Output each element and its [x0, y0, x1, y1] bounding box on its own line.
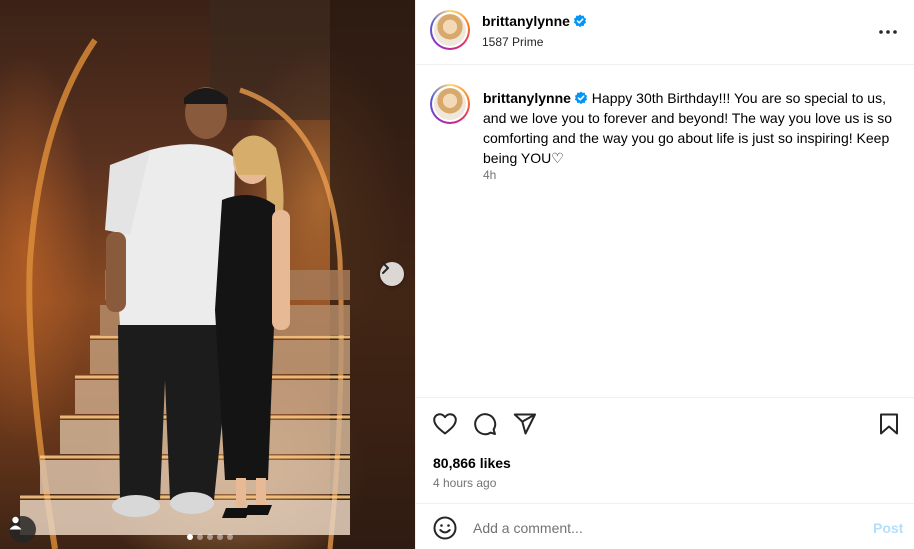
post-detail-panel: brittanylynne 1587 Prime brittanylynne H… — [415, 0, 914, 549]
author-avatar[interactable] — [430, 10, 470, 50]
verified-badge-icon — [573, 14, 587, 28]
comment-icon — [474, 413, 497, 436]
comment-input[interactable] — [473, 517, 853, 539]
carousel-dot — [227, 534, 233, 540]
author-username-link[interactable]: brittanylynne — [482, 13, 587, 29]
comment-button[interactable] — [472, 411, 498, 437]
caption-avatar[interactable] — [430, 84, 470, 124]
carousel-dot — [207, 534, 213, 540]
user-tag-icon — [9, 516, 22, 530]
carousel-dot — [217, 534, 223, 540]
likes-count[interactable]: 80,866 likes — [433, 455, 511, 471]
carousel-next-button[interactable] — [380, 262, 404, 286]
photo-scene — [20, 0, 415, 549]
more-options-icon — [879, 30, 897, 34]
caption-body: brittanylynne Happy 30th Birthday!!! You… — [483, 88, 903, 168]
post-actions: 80,866 likes 4 hours ago — [416, 397, 914, 497]
carousel-indicator — [187, 534, 233, 540]
comment-composer: Post — [416, 503, 914, 549]
chevron-right-icon — [382, 262, 389, 274]
like-button[interactable] — [432, 411, 458, 437]
caption-timestamp[interactable]: 4h — [483, 168, 496, 182]
bookmark-icon — [880, 413, 898, 435]
person-man — [105, 87, 235, 517]
more-options-button[interactable] — [876, 22, 900, 42]
post-header: brittanylynne 1587 Prime — [416, 0, 914, 65]
share-icon — [513, 413, 536, 435]
emoji-icon[interactable] — [433, 516, 457, 540]
author-username[interactable]: brittanylynne — [482, 13, 570, 29]
save-button[interactable] — [876, 411, 902, 437]
post-timestamp[interactable]: 4 hours ago — [433, 476, 496, 490]
post-location[interactable]: 1587 Prime — [482, 35, 543, 49]
user-tag-button[interactable] — [9, 516, 36, 543]
share-button[interactable] — [512, 411, 538, 437]
carousel-dot — [197, 534, 203, 540]
carousel-dot — [187, 534, 193, 540]
heart-icon — [433, 413, 457, 435]
verified-badge-icon — [574, 91, 588, 105]
post-comment-button[interactable]: Post — [873, 520, 903, 536]
post-photo[interactable] — [0, 0, 415, 549]
caption-username[interactable]: brittanylynne — [483, 90, 571, 106]
